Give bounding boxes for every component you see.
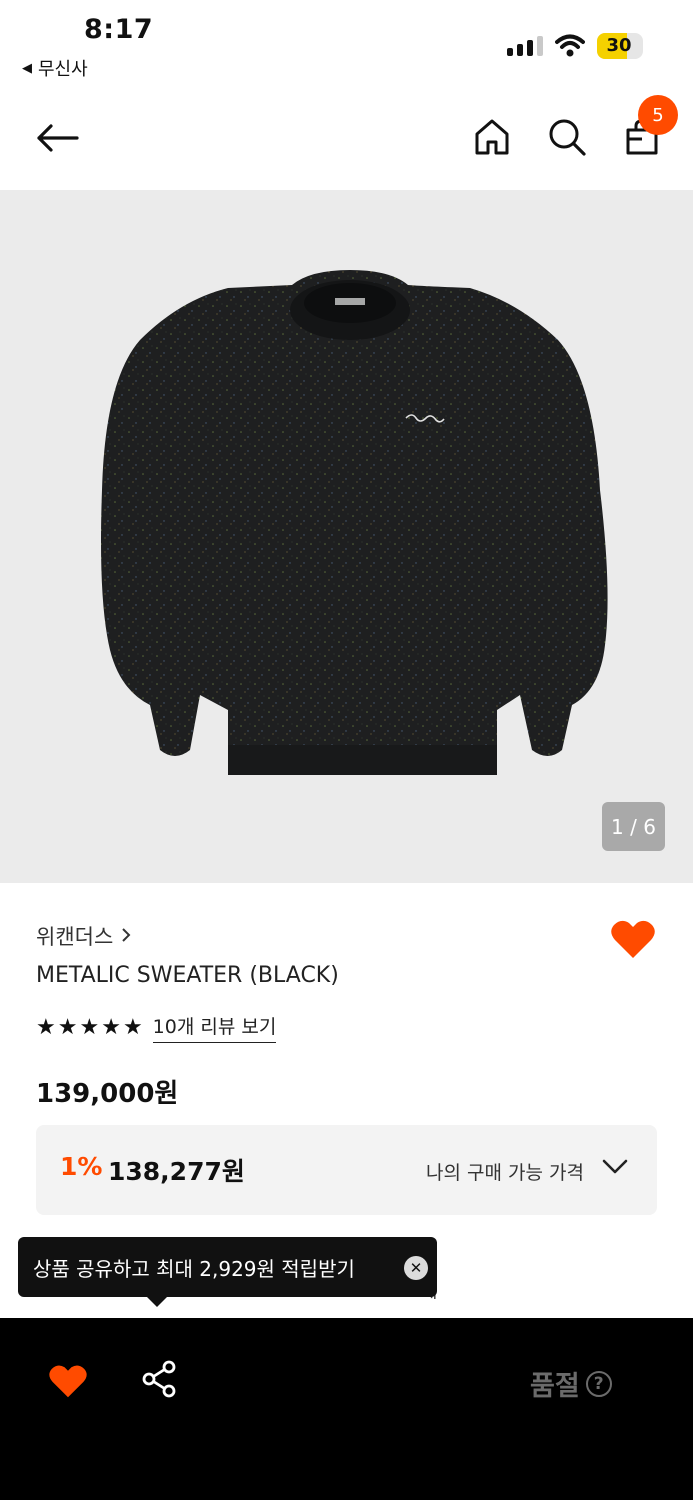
star-rating: ★ ★ ★ ★ ★ <box>36 1015 143 1040</box>
star-icon: ★ <box>79 1015 100 1040</box>
star-icon: ★ <box>101 1015 121 1040</box>
like-button[interactable] <box>610 918 656 964</box>
tooltip-arrow <box>146 1296 168 1307</box>
star-icon: ★ <box>36 1015 56 1040</box>
tooltip-message: 상품 공유하고 최대 2,929원 적립받기 <box>33 1257 355 1281</box>
back-to-app-link[interactable]: ◀ 무신사 <box>22 55 88 81</box>
heart-icon <box>49 1365 87 1398</box>
battery-level: 30 <box>606 35 632 56</box>
search-icon[interactable] <box>546 116 588 158</box>
close-icon[interactable]: ✕ <box>404 1256 428 1280</box>
rating-row: ★ ★ ★ ★ ★ 10개 리뷰 보기 <box>36 1012 277 1043</box>
back-arrow-icon[interactable] <box>34 118 80 158</box>
top-nav <box>0 90 693 190</box>
status-bar: 8:17 ◀ 무신사 30 <box>0 0 693 90</box>
help-icon[interactable]: ? <box>585 1370 612 1397</box>
home-icon[interactable] <box>472 116 512 158</box>
sold-out-label: 품절 <box>530 1371 580 1402</box>
star-icon: ★ <box>57 1015 78 1040</box>
my-price-value: 138,277원 <box>108 1157 245 1186</box>
wifi-icon <box>555 33 585 61</box>
product-price: 139,000원 <box>36 1079 179 1109</box>
product-image-carousel[interactable] <box>0 190 693 883</box>
cart-count-badge: 5 <box>638 95 678 135</box>
cellular-signal-icon <box>507 36 543 56</box>
discount-rate: 1% <box>60 1152 103 1181</box>
chevron-down-icon <box>602 1159 628 1179</box>
brand-link[interactable]: 위캔더스 <box>36 921 131 951</box>
review-link[interactable]: 10개 리뷰 보기 <box>152 1012 277 1043</box>
share-icon <box>142 1360 176 1398</box>
heart-icon <box>611 920 655 958</box>
star-icon: ★ <box>122 1015 143 1040</box>
product-name: METALIC SWEATER (BLACK) <box>36 963 339 988</box>
back-app-label: 무신사 <box>38 59 88 80</box>
share-button[interactable] <box>140 1360 178 1402</box>
share-reward-tooltip: 상품 공유하고 최대 2,929원 적립받기 ✕ <box>18 1237 437 1297</box>
battery-indicator: 30 <box>597 33 643 59</box>
image-counter: 1 / 6 <box>602 802 665 851</box>
brand-name: 위캔더스 <box>36 925 114 949</box>
chevron-right-icon <box>121 924 131 948</box>
back-triangle-icon: ◀ <box>22 60 32 76</box>
bottom-action-bar: 품절 ? <box>0 1318 693 1500</box>
my-price-dropdown[interactable]: 1% 138,277원 나의 구매 가능 가격 <box>36 1125 657 1215</box>
bottom-like-button[interactable] <box>48 1363 88 1403</box>
my-price-label: 나의 구매 가능 가격 <box>426 1162 584 1184</box>
sold-out-status: 품절 ? <box>530 1364 612 1403</box>
status-time: 8:17 <box>84 14 154 45</box>
sweater-image <box>101 270 608 775</box>
